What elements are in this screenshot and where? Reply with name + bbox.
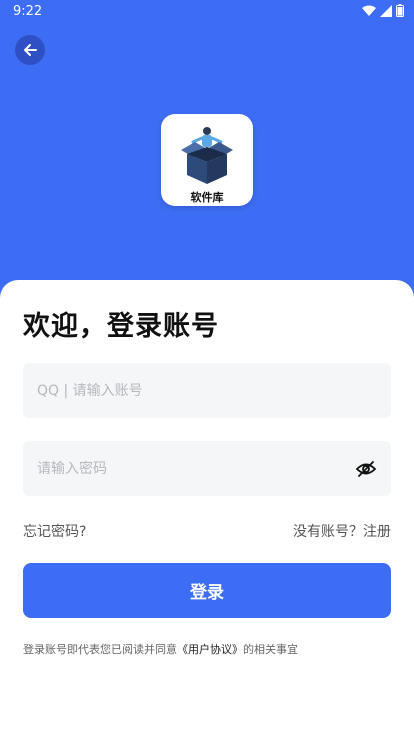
agreement-suffix: 的相关事宜	[243, 643, 298, 656]
register-link[interactable]: 没有账号？注册	[293, 521, 391, 541]
battery-icon	[396, 4, 404, 17]
user-agreement-link[interactable]: 《用户协议》	[177, 643, 243, 656]
app-name-label: 软件库	[190, 191, 224, 204]
back-button[interactable]	[15, 35, 45, 65]
arrow-left-icon	[24, 44, 37, 56]
agreement-text: 登录账号即代表您已阅读并同意《用户协议》的相关事宜	[23, 641, 298, 657]
password-field[interactable]	[23, 441, 391, 496]
status-time: 9:22	[13, 4, 43, 19]
signal-icon	[380, 4, 392, 17]
page-title: 欢迎，登录账号	[23, 311, 219, 342]
account-field[interactable]	[23, 363, 391, 418]
agreement-prefix: 登录账号即代表您已阅读并同意	[23, 643, 177, 656]
eye-off-icon[interactable]	[355, 458, 377, 480]
login-button[interactable]: 登录	[23, 563, 391, 618]
login-card: 欢迎，登录账号 忘记密码? 没有账号？注册 登录 登录账号即代表您已阅读并同意《…	[0, 280, 414, 737]
open-box-icon	[181, 127, 233, 184]
app-logo: 软件库	[161, 114, 253, 206]
account-input[interactable]	[37, 363, 337, 418]
password-input[interactable]	[37, 441, 337, 496]
status-icons	[362, 4, 404, 17]
status-bar: 9:22	[0, 0, 414, 24]
wifi-icon	[362, 5, 376, 16]
forgot-password-link[interactable]: 忘记密码?	[23, 521, 86, 541]
